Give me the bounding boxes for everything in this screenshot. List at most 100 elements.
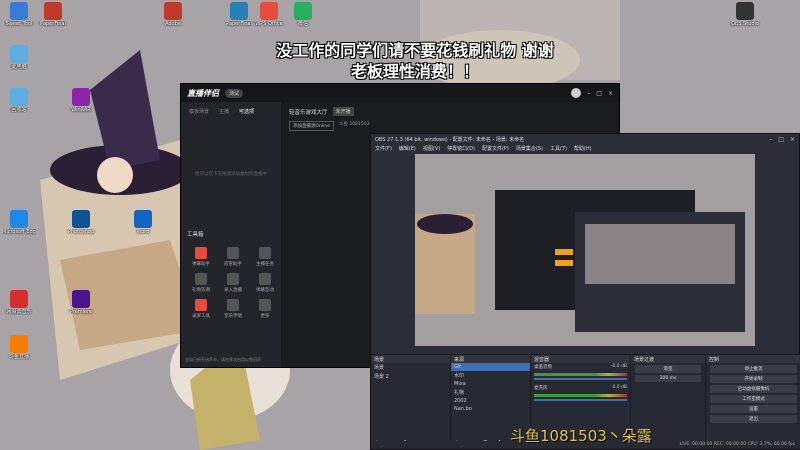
companion-tabs: 模板场景 主播 可选项 (181, 102, 281, 121)
interact-icon (259, 273, 271, 285)
desktop-icon-9[interactable]: Photoshop (64, 210, 98, 235)
window-controls: – □ × (587, 90, 613, 97)
app-icon (10, 290, 28, 308)
menu-help[interactable]: 帮助(H) (574, 145, 592, 152)
menu-file[interactable]: 文件(F) (375, 145, 392, 152)
app-icon (72, 290, 90, 308)
close-icon[interactable]: × (608, 90, 613, 97)
desktop-icon-3[interactable]: PaperFinal (222, 2, 256, 27)
desktop-icon-8[interactable]: Microsoft Edge (2, 210, 36, 235)
toolbox-grid: 弹幕助手 房管助手 主播任务 礼物答谢 录入直播 弹幕互动 录屏工具 音乐伴唱 … (187, 247, 279, 319)
mixer-channel-name: 桌面音频 (534, 365, 552, 370)
maximize-icon[interactable]: □ (596, 90, 602, 97)
source-item[interactable]: 礼物 (451, 388, 530, 397)
obs-titlebar: OBS 27.1.3 (64 bit, windows) - 配置文件: 未命名… (371, 134, 799, 144)
obs-preview[interactable] (415, 154, 755, 346)
desktop-icon-15[interactable]: WinRAR (64, 88, 98, 113)
source-item[interactable]: 2002 (451, 397, 530, 405)
tool-item[interactable]: 弹幕互动 (251, 273, 279, 293)
screen-record-icon (195, 299, 207, 311)
virtual-camera-button[interactable]: 启动虚拟摄像机 (710, 385, 797, 393)
tool-item[interactable]: 音乐伴唱 (219, 299, 247, 319)
desktop-icon-14[interactable]: OBS Studio (728, 2, 762, 27)
gift-icon (195, 273, 207, 285)
tool-item[interactable]: 弹幕助手 (187, 247, 215, 267)
room-watermark: 斗鱼1081503丶朵露 (510, 427, 652, 445)
admin-icon (227, 247, 239, 259)
menu-docks[interactable]: 停靠窗口(D) (447, 145, 475, 152)
tool-item[interactable]: 房管助手 (219, 247, 247, 267)
source-item[interactable]: Gif (451, 363, 530, 371)
app-icon (260, 2, 278, 20)
tab-templates[interactable]: 模板场景 (189, 108, 209, 115)
desktop-icon-12[interactable]: 斗鱼直播 (2, 335, 36, 360)
obs-title-text: OBS 27.1.3 (64 bit, windows) - 配置文件: 未命名… (375, 136, 525, 143)
menu-profile[interactable]: 配置文件(P) (482, 145, 509, 152)
live-status-badge: 未开播 (332, 107, 354, 116)
maximize-icon[interactable]: □ (778, 136, 784, 143)
app-icon (164, 2, 182, 20)
desktop-icon-2[interactable]: Adobe (156, 2, 190, 27)
app-icon (736, 2, 754, 20)
desktop-icon-10[interactable]: Premiere (64, 290, 98, 315)
overlay-line-2: 老板理性消费！！ (350, 62, 479, 81)
tool-item[interactable]: 主播任务 (251, 247, 279, 267)
app-icon (72, 210, 90, 228)
tab-anchor[interactable]: 主播 (219, 108, 229, 115)
app-icon (10, 335, 28, 353)
studio-mode-button[interactable]: 工作室模式 (710, 395, 797, 403)
tab-options[interactable]: 可选项 (239, 108, 254, 115)
transition-header: 场景过渡 (631, 355, 705, 363)
tool-item[interactable]: 礼物答谢 (187, 273, 215, 293)
mixer-channel-db: -0.0 dB (610, 364, 627, 369)
tool-item[interactable]: 更多 (251, 299, 279, 319)
add-source-button[interactable]: 添加直播源Online (289, 121, 335, 131)
volume-slider[interactable] (534, 378, 627, 380)
app-icon (10, 88, 28, 106)
desktop-icon-1[interactable]: PaperFinal (36, 2, 70, 27)
stream-title[interactable]: 轻音乐游戏大厅 (289, 108, 328, 116)
desktop-icon-11[interactable]: 网易云音乐 (2, 290, 36, 315)
avatar[interactable] (571, 88, 582, 98)
desktop-icon-5[interactable]: 微信 (286, 2, 320, 27)
menu-edit[interactable]: 编辑(E) (399, 145, 416, 152)
app-icon (44, 2, 62, 20)
source-item[interactable]: 水印 (451, 371, 530, 380)
record-icon (227, 273, 239, 285)
tool-item[interactable]: 录入直播 (219, 273, 247, 293)
menu-tools[interactable]: 工具(T) (550, 145, 567, 152)
source-item[interactable]: Nan.bo (451, 405, 530, 413)
sources-header: 来源 (451, 355, 530, 363)
menu-scene-collection[interactable]: 场景集合(S) (516, 145, 543, 152)
desktop-icon-0[interactable]: Sweet Tool (2, 2, 36, 27)
tool-item[interactable]: 录屏工具 (187, 299, 215, 319)
close-icon[interactable]: × (790, 136, 795, 143)
duration-field[interactable]: 300 ms (635, 375, 701, 382)
transition-select[interactable]: 渐变 (635, 365, 701, 373)
minimize-icon[interactable]: – (587, 90, 590, 97)
volume-meter (534, 373, 627, 376)
volume-meter (534, 394, 627, 397)
scene-item[interactable]: 场景 (371, 363, 450, 372)
exit-button[interactable]: 退出 (710, 415, 797, 423)
preview-capture-image (415, 154, 755, 346)
volume-slider[interactable] (534, 399, 627, 401)
app-icon (230, 2, 248, 20)
companion-titlebar: 直播伴侣 测试 – □ × (181, 84, 619, 102)
desktop-icon-13[interactable]: Word (126, 210, 160, 235)
settings-button[interactable]: 设置 (710, 405, 797, 413)
desktop-icon-6[interactable]: 此电脑 (2, 45, 36, 70)
controls-dock: 控制 停止推流 开始录制 启动虚拟摄像机 工作室模式 设置 退出 (706, 355, 800, 449)
source-item[interactable]: Mixa (451, 380, 530, 388)
minimize-icon[interactable]: – (769, 136, 772, 143)
desktop-icon-7[interactable]: 回收站 (2, 88, 36, 113)
room-label: 斗鱼 1081503 (339, 122, 370, 127)
desktop-icon-4[interactable]: WPS Office (252, 2, 286, 27)
mixer-channel-db: 0.0 dB (612, 385, 627, 390)
stop-streaming-button[interactable]: 停止推流 (710, 365, 797, 373)
start-recording-button[interactable]: 开始录制 (710, 375, 797, 383)
mixer-header: 混音器 (531, 355, 630, 363)
scene-item[interactable]: 场景 2 (371, 372, 450, 381)
stream-info-bar: 轻音乐游戏大厅 未开播 (281, 102, 619, 121)
menu-view[interactable]: 视图(V) (423, 145, 440, 152)
